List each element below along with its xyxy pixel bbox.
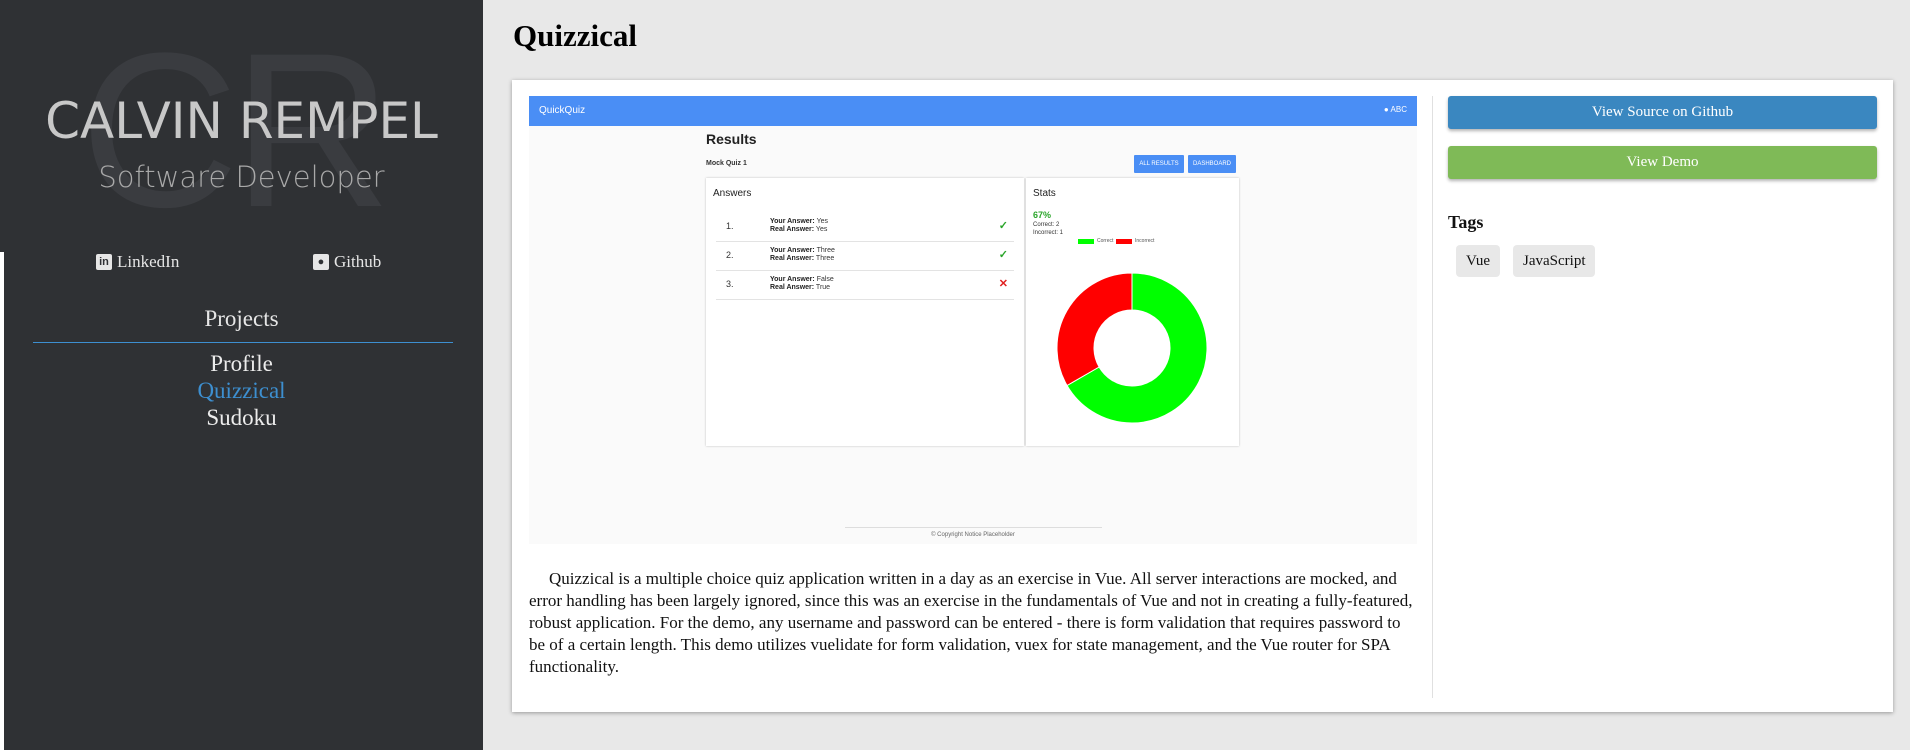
project-screenshot: QuickQuiz ● ABC Results Mock Quiz 1 ALL … [529, 96, 1417, 544]
project-description: Quizzical is a multiple choice quiz appl… [529, 569, 1413, 676]
cross-icon: ✕ [998, 278, 1008, 290]
answer-your-line: Your Answer: Yes [770, 218, 828, 225]
quiz-answer-row: 3. Your Answer: False Real Answer: True … [716, 271, 1014, 300]
quiz-app-navbar: QuickQuiz ● ABC [529, 96, 1417, 126]
answer-your-line: Your Answer: Three [770, 247, 835, 254]
legend-swatch-incorrect [1116, 238, 1132, 244]
github-label: Github [334, 252, 382, 271]
tag-vue: Vue [1456, 245, 1501, 277]
card-column-divider [1432, 96, 1433, 698]
quiz-answers-title: Answers [713, 188, 752, 199]
linkedin-link[interactable]: in LinkedIn [96, 252, 179, 272]
quiz-answer-row: 2. Your Answer: Three Real Answer: Three… [716, 242, 1014, 271]
answer-number: 2. [726, 250, 734, 260]
quiz-dashboard-button: DASHBOARD [1188, 155, 1236, 173]
tag-javascript: JavaScript [1513, 245, 1596, 277]
donut-slice-incorrect [1056, 272, 1133, 387]
answer-your-line: Your Answer: False [770, 276, 834, 283]
quiz-score-percent: 67% [1033, 210, 1052, 220]
projects-divider [33, 342, 453, 343]
quiz-footer-rule [845, 527, 1102, 528]
projects-heading: Projects [204, 306, 279, 331]
site-owner-role: Software Developer [98, 160, 385, 194]
nav-item-quizzical[interactable]: Quizzical [0, 378, 483, 404]
nav-item-profile[interactable]: Profile [0, 351, 483, 377]
quiz-all-results-button: ALL RESULTS [1134, 155, 1184, 173]
quiz-incorrect-count: Incorrect: 1 [1033, 230, 1064, 236]
quiz-results-heading: Results [706, 131, 757, 147]
linkedin-icon: in [96, 254, 112, 270]
user-icon: ● [1383, 105, 1389, 114]
view-source-button[interactable]: View Source on Github [1448, 96, 1877, 129]
check-icon: ✓ [998, 220, 1008, 232]
quiz-stats-panel: Stats 67% Correct: 2 Incorrect: 1 Correc… [1026, 178, 1239, 446]
answer-real-line: Real Answer: True [770, 284, 831, 291]
github-link[interactable]: ● Github [313, 252, 381, 272]
answer-real-line: Real Answer: Three [770, 255, 835, 262]
quiz-answer-row: 1. Your Answer: Yes Real Answer: Yes ✓ [716, 213, 1014, 242]
quiz-correct-count: Correct: 2 [1033, 222, 1060, 228]
check-icon: ✓ [998, 249, 1008, 261]
quiz-footer: © Copyright Notice Placeholder [931, 532, 1015, 538]
answer-number: 1. [726, 221, 734, 231]
view-demo-button[interactable]: View Demo [1448, 146, 1877, 179]
quiz-app-brand: QuickQuiz [539, 105, 586, 116]
linkedin-label: LinkedIn [117, 252, 180, 271]
quiz-app-user: ● ABC [1384, 105, 1407, 114]
nav-item-sudoku[interactable]: Sudoku [0, 405, 483, 431]
github-icon: ● [313, 254, 329, 270]
answer-number: 3. [726, 279, 734, 289]
quiz-answers-panel: Answers 1. Your Answer: Yes Real Answer:… [706, 178, 1024, 446]
sidebar: CR CALVIN REMPEL Software Developer in L… [0, 0, 483, 750]
quiz-stats-title: Stats [1033, 188, 1056, 199]
page-title: Quizzical [513, 18, 637, 53]
legend-swatch-correct [1078, 238, 1094, 244]
answer-real-line: Real Answer: Yes [770, 226, 828, 233]
quiz-donut-chart [1056, 272, 1208, 424]
quiz-app-user-label: ABC [1390, 105, 1407, 114]
site-owner-name: CALVIN REMPEL [45, 92, 438, 150]
tags-heading: Tags [1448, 212, 1484, 232]
quiz-name: Mock Quiz 1 [706, 160, 747, 167]
